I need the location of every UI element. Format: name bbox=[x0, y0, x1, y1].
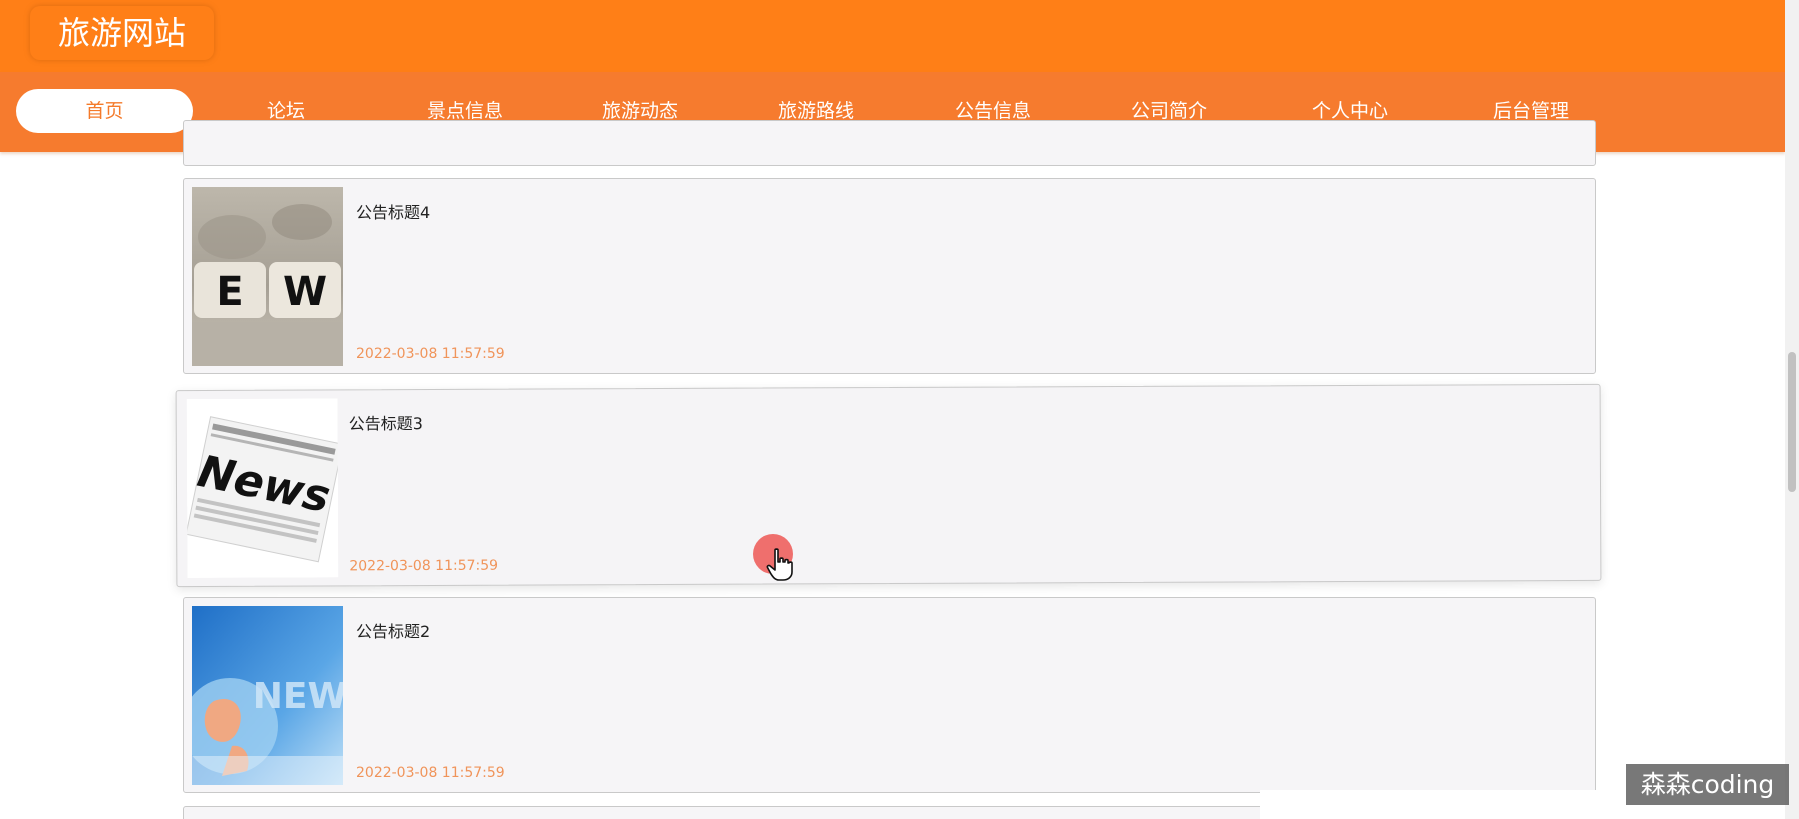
watermark: 森森coding bbox=[1626, 764, 1789, 805]
site-header: 旅游网站 bbox=[0, 0, 1785, 72]
notice-card[interactable]: News 公告标题3 2022-03-08 11:57:59 bbox=[175, 383, 1602, 588]
notice-date: 2022-03-08 11:57:59 bbox=[349, 557, 499, 575]
svg-text:W: W bbox=[283, 269, 327, 315]
notice-title[interactable]: 公告标题4 bbox=[356, 199, 430, 223]
notice-card[interactable]: NEW 公告标题2 2022-03-08 11:57:59 bbox=[183, 597, 1596, 793]
page: 旅游网站 首页 论坛 景点信息 旅游动态 旅游路线 公告信息 公司简介 个人中心… bbox=[0, 0, 1799, 819]
news-globe-icon: NEW bbox=[192, 606, 343, 785]
scrollbar-thumb[interactable] bbox=[1788, 352, 1796, 492]
svg-text:NEW: NEW bbox=[253, 676, 343, 717]
svg-text:E: E bbox=[216, 269, 243, 315]
hand-pointer-icon bbox=[766, 548, 793, 581]
notice-title[interactable]: 公告标题3 bbox=[349, 410, 423, 434]
notice-date: 2022-03-08 11:57:59 bbox=[356, 765, 505, 781]
notice-title[interactable]: 公告标题2 bbox=[356, 618, 430, 642]
news-paper-icon: News bbox=[186, 398, 339, 579]
notice-date: 2022-03-08 11:57:59 bbox=[356, 346, 505, 362]
list-item-partial-top[interactable] bbox=[183, 120, 1596, 166]
news-dice-icon: E W bbox=[192, 187, 343, 366]
notice-card[interactable]: E W 公告标题4 2022-03-08 11:57:59 bbox=[183, 178, 1596, 374]
site-title[interactable]: 旅游网站 bbox=[30, 6, 214, 60]
vertical-scrollbar[interactable] bbox=[1785, 0, 1799, 819]
nav-item-home[interactable]: 首页 bbox=[16, 89, 193, 133]
